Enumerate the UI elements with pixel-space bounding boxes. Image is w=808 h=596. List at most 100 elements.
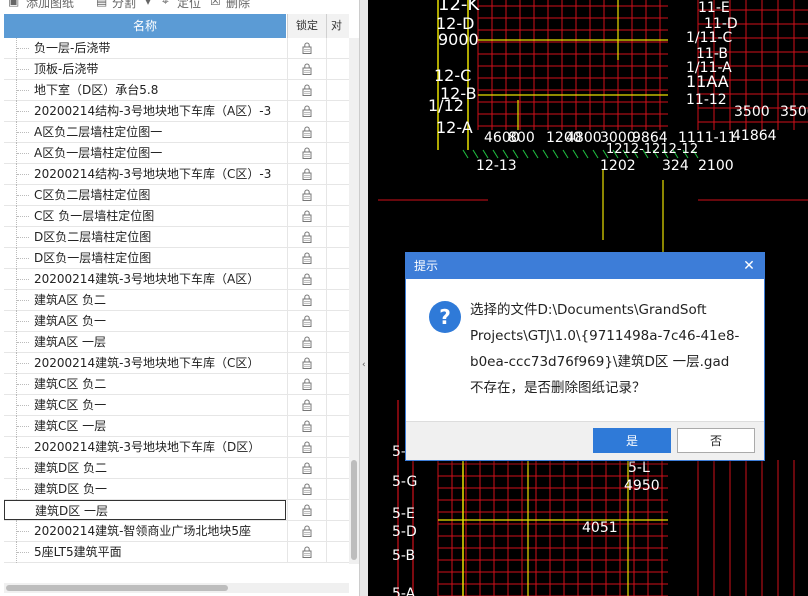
delete-button[interactable]: 删除 <box>226 0 250 11</box>
lock-cell[interactable] <box>287 38 326 58</box>
align-cell[interactable] <box>326 437 350 457</box>
drawing-name[interactable]: 建筑A区 负一 <box>4 311 286 331</box>
table-row[interactable]: 建筑C区 一层 <box>4 416 349 437</box>
column-header-align[interactable]: 对应 <box>326 14 349 38</box>
align-cell[interactable] <box>326 374 350 394</box>
align-cell[interactable] <box>326 353 350 373</box>
drawing-name[interactable]: 地下室（D区）承台5.8 <box>4 80 286 100</box>
collapse-arrow-icon[interactable]: ‹ <box>362 360 366 390</box>
align-cell[interactable] <box>326 416 350 436</box>
lock-cell[interactable] <box>287 542 326 562</box>
lock-cell[interactable] <box>287 290 326 310</box>
table-row[interactable]: C区 负一层墙柱定位图 <box>4 206 349 227</box>
drawing-name[interactable]: 20200214建筑-3号地块地下车库（C区） <box>4 353 286 373</box>
align-cell[interactable] <box>326 290 350 310</box>
drawing-name[interactable]: 20200214建筑-3号地块地下车库（A区） <box>4 269 286 289</box>
lock-cell[interactable] <box>287 500 326 520</box>
lock-cell[interactable] <box>287 437 326 457</box>
drawing-name[interactable]: 建筑C区 一层 <box>4 416 286 436</box>
align-cell[interactable] <box>326 101 350 121</box>
vertical-scroll-thumb[interactable] <box>351 460 357 560</box>
drawing-name[interactable]: 负一层-后浇带 <box>4 38 286 58</box>
add-drawing-button[interactable]: 添加图纸 <box>26 0 74 11</box>
horizontal-scrollbar[interactable] <box>4 583 349 593</box>
drawing-name[interactable]: A区负二层墙柱定位图一 <box>4 122 286 142</box>
lock-cell[interactable] <box>287 269 326 289</box>
lock-cell[interactable] <box>287 311 326 331</box>
table-row[interactable]: C区负二层墙柱定位图 <box>4 185 349 206</box>
align-cell[interactable] <box>326 332 350 352</box>
table-row[interactable]: 20200214建筑-3号地块地下车库（C区） <box>4 353 349 374</box>
table-row[interactable]: 建筑C区 负二 <box>4 374 349 395</box>
align-cell[interactable] <box>326 164 350 184</box>
table-row[interactable]: 5座LT5建筑平面 <box>4 542 349 563</box>
drawing-name[interactable]: C区负二层墙柱定位图 <box>4 185 286 205</box>
table-row[interactable]: 建筑C区 负一 <box>4 395 349 416</box>
lock-cell[interactable] <box>287 458 326 478</box>
align-cell[interactable] <box>326 38 350 58</box>
drawing-name[interactable]: 顶板-后浇带 <box>4 59 286 79</box>
table-row[interactable]: D区负一层墙柱定位图 <box>4 248 349 269</box>
close-icon[interactable]: ✕ <box>742 253 756 279</box>
drawing-name[interactable]: 建筑D区 负一 <box>4 479 286 499</box>
drawing-name[interactable]: D区负二层墙柱定位图 <box>4 227 286 247</box>
dropdown-arrow-icon[interactable]: ▾ <box>145 0 151 8</box>
drawing-name[interactable]: 20200214结构-3号地块地下车库（A区）-3 <box>4 101 286 121</box>
table-row[interactable]: 20200214建筑-智领商业广场北地块5座 <box>4 521 349 542</box>
lock-cell[interactable] <box>287 206 326 226</box>
table-row[interactable]: 20200214结构-3号地块地下车库（C区）-3 <box>4 164 349 185</box>
horizontal-scroll-thumb[interactable] <box>6 585 228 591</box>
table-row[interactable]: 建筑D区 一层 <box>4 500 349 521</box>
column-header-lock[interactable]: 锁定 <box>287 14 326 38</box>
align-cell[interactable] <box>326 269 350 289</box>
align-cell[interactable] <box>326 395 350 415</box>
align-cell[interactable] <box>326 206 350 226</box>
align-cell[interactable] <box>326 248 350 268</box>
drawing-name[interactable]: C区 负一层墙柱定位图 <box>4 206 286 226</box>
lock-cell[interactable] <box>287 374 326 394</box>
drawing-name[interactable]: 建筑C区 负二 <box>4 374 286 394</box>
dialog-title-bar[interactable]: 提示 ✕ <box>406 253 764 279</box>
align-cell[interactable] <box>326 521 350 541</box>
align-cell[interactable] <box>326 479 350 499</box>
lock-cell[interactable] <box>287 143 326 163</box>
lock-cell[interactable] <box>287 59 326 79</box>
align-cell[interactable] <box>326 458 350 478</box>
align-cell[interactable] <box>326 80 350 100</box>
table-row[interactable]: 建筑A区 负一 <box>4 311 349 332</box>
lock-cell[interactable] <box>287 164 326 184</box>
table-row[interactable]: 地下室（D区）承台5.8 <box>4 80 349 101</box>
lock-cell[interactable] <box>287 227 326 247</box>
drawing-name[interactable]: 建筑D区 负二 <box>4 458 286 478</box>
drawing-name[interactable]: A区负一层墙柱定位图一 <box>4 143 286 163</box>
lock-cell[interactable] <box>287 353 326 373</box>
split-button[interactable]: 分割 <box>112 0 136 11</box>
table-row[interactable]: 建筑D区 负二 <box>4 458 349 479</box>
table-row[interactable]: 20200214建筑-3号地块地下车库（A区） <box>4 269 349 290</box>
table-row[interactable]: A区负一层墙柱定位图一 <box>4 143 349 164</box>
table-row[interactable]: 建筑D区 负一 <box>4 479 349 500</box>
table-row[interactable]: A区负二层墙柱定位图一 <box>4 122 349 143</box>
align-cell[interactable] <box>326 122 350 142</box>
lock-cell[interactable] <box>287 185 326 205</box>
lock-cell[interactable] <box>287 521 326 541</box>
align-cell[interactable] <box>326 311 350 331</box>
add-drawing-icon[interactable]: ▣ <box>8 0 19 8</box>
lock-cell[interactable] <box>287 479 326 499</box>
align-cell[interactable] <box>326 59 350 79</box>
drawing-name[interactable]: 20200214结构-3号地块地下车库（C区）-3 <box>4 164 286 184</box>
table-row[interactable]: 20200214建筑-3号地块地下车库（D区） <box>4 437 349 458</box>
lock-cell[interactable] <box>287 101 326 121</box>
table-row[interactable]: 负一层-后浇带 <box>4 38 349 59</box>
drawing-name[interactable]: 20200214建筑-3号地块地下车库（D区） <box>4 437 286 457</box>
drawing-name[interactable]: 5座LT5建筑平面 <box>4 542 286 562</box>
locate-icon[interactable]: ⌖ <box>162 0 169 9</box>
table-row[interactable]: D区负二层墙柱定位图 <box>4 227 349 248</box>
align-cell[interactable] <box>326 227 350 247</box>
lock-cell[interactable] <box>287 395 326 415</box>
no-button[interactable]: 否 <box>677 428 755 453</box>
yes-button[interactable]: 是 <box>593 428 671 453</box>
table-row[interactable]: 建筑A区 一层 <box>4 332 349 353</box>
locate-button[interactable]: 定位 <box>177 0 201 11</box>
align-cell[interactable] <box>326 542 350 562</box>
